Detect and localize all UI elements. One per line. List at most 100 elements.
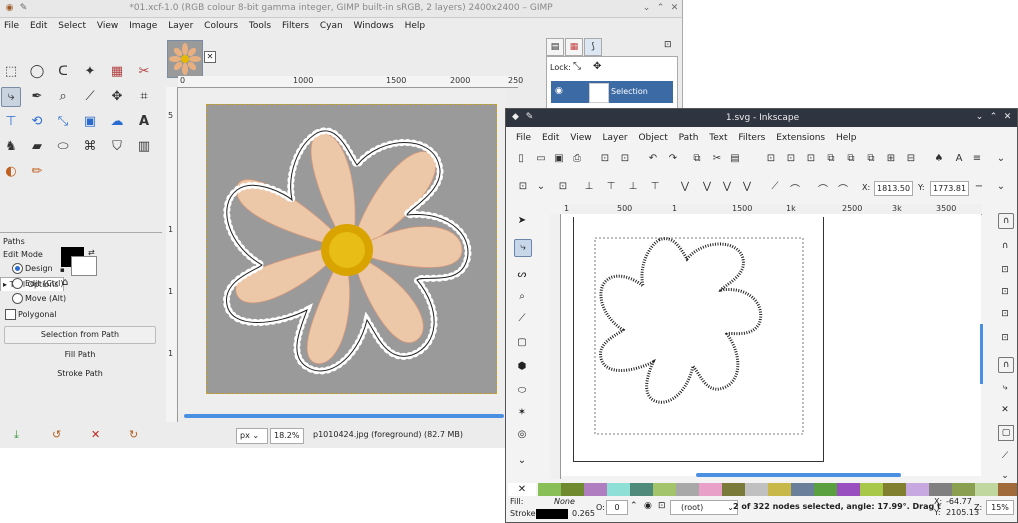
chevron-down-icon[interactable]: ⌄ <box>998 469 1012 483</box>
inkscape-horizontal-scrollbar[interactable] <box>696 473 901 477</box>
clone-icon[interactable]: ⧉ <box>844 153 858 164</box>
layer-select[interactable]: (root) ⌄ <box>670 500 738 515</box>
copy-icon[interactable]: ⧉ <box>690 153 704 164</box>
menu-extensions[interactable]: Extensions <box>772 131 829 145</box>
paintbrush-icon[interactable]: ▰ <box>27 137 47 157</box>
zoom-icon[interactable]: ⌕ <box>53 87 73 107</box>
menu-layer[interactable]: Layer <box>598 131 631 145</box>
chevron-down-icon[interactable]: ⌄ <box>994 153 1008 164</box>
image-area[interactable] <box>206 104 497 394</box>
color-picker-icon[interactable]: ✒ <box>27 87 47 107</box>
tweak-tool-icon[interactable]: ᔕ <box>514 267 530 283</box>
redo-icon[interactable]: ↷ <box>666 153 680 164</box>
palette-swatch[interactable] <box>768 483 791 496</box>
smooth-node-icon[interactable]: ⋁ <box>700 181 714 192</box>
palette-swatch[interactable] <box>906 483 929 496</box>
radio-move[interactable] <box>12 293 23 304</box>
object-to-path-icon[interactable]: ⌒ <box>816 181 830 196</box>
rect-select-icon[interactable]: ⬚ <box>1 62 21 82</box>
menu-cyan[interactable]: Cyan <box>316 19 347 33</box>
fill-stroke-icon[interactable]: ♠ <box>932 153 946 164</box>
lock-position-icon[interactable]: ✥ <box>593 61 601 72</box>
menu-filters[interactable]: Filters <box>278 19 313 33</box>
menu-tools[interactable]: Tools <box>245 19 275 33</box>
palette-swatch[interactable] <box>791 483 814 496</box>
image-tab-thumbnail[interactable] <box>167 40 203 78</box>
menu-help[interactable]: Help <box>832 131 861 145</box>
maximize-button[interactable]: ⌃ <box>988 112 999 123</box>
move-icon[interactable]: ✥ <box>107 87 127 107</box>
undo-icon[interactable]: ↶ <box>646 153 660 164</box>
zoom-tool-icon[interactable]: ⌕ <box>514 289 530 305</box>
menu-colours[interactable]: Colours <box>200 19 242 33</box>
cut-icon[interactable]: ✂ <box>710 153 724 164</box>
menu-edit[interactable]: Edit <box>538 131 563 145</box>
new-document-icon[interactable]: ▯ <box>514 153 528 164</box>
menu-windows[interactable]: Windows <box>350 19 398 33</box>
close-button[interactable]: ✕ <box>1002 112 1013 123</box>
chevron-down-icon[interactable]: ⌄ <box>514 453 530 469</box>
clone-icon[interactable]: ⌘ <box>80 137 100 157</box>
star-tool-icon[interactable]: ✶ <box>514 405 530 421</box>
stroke-swatch[interactable] <box>536 509 568 519</box>
palette-swatch[interactable] <box>699 483 722 496</box>
layers-tab-icon[interactable]: ▤ <box>546 38 564 56</box>
text-font-icon[interactable]: A <box>952 153 966 164</box>
ellipse-select-icon[interactable]: ◯ <box>27 62 47 82</box>
ellipse-tool-icon[interactable]: ⬭ <box>514 383 530 399</box>
stroke-path-button[interactable]: Stroke Path <box>4 365 156 383</box>
unit-select[interactable]: px ⌄ <box>236 428 268 444</box>
curve-segment-icon[interactable]: ⌒ <box>788 181 802 196</box>
palette-swatch[interactable] <box>676 483 699 496</box>
open-icon[interactable]: ▭ <box>534 153 548 164</box>
snap-path-icon[interactable]: ⤷ <box>998 381 1012 395</box>
zoom-selection-icon[interactable]: ⊡ <box>764 153 778 164</box>
menu-help[interactable]: Help <box>401 19 430 33</box>
dodge-burn-icon[interactable]: ◐ <box>1 162 21 182</box>
measure-tool-icon[interactable]: ⟋ <box>514 311 530 327</box>
stamp-icon[interactable]: ⛉ <box>107 137 127 157</box>
free-select-icon[interactable]: ᑕ <box>53 62 73 82</box>
export-icon[interactable]: ⊡ <box>618 153 632 164</box>
selector-tool-icon[interactable]: ➤ <box>514 213 530 229</box>
canvas-horizontal-scrollbar[interactable] <box>184 414 504 418</box>
palette-swatch[interactable] <box>998 483 1017 496</box>
group-icon[interactable]: ⊞ <box>884 153 898 164</box>
palette-swatch[interactable] <box>814 483 837 496</box>
snap-midpoint-icon[interactable]: ⊡ <box>998 307 1012 321</box>
radio-design[interactable] <box>12 263 23 274</box>
snap-line-icon[interactable]: ⟋ <box>998 449 1012 463</box>
menu-filters[interactable]: Filters <box>734 131 769 145</box>
menu-object[interactable]: Object <box>634 131 671 145</box>
rectangle-tool-icon[interactable]: ▢ <box>514 335 530 351</box>
ungroup-icon[interactable]: ⊟ <box>904 153 918 164</box>
radio-edit[interactable] <box>12 278 23 289</box>
polygonal-checkbox[interactable] <box>5 309 16 320</box>
snap-toggle-icon[interactable]: ∩ <box>998 213 1014 229</box>
warp-icon[interactable]: ☁ <box>107 112 127 132</box>
eraser-icon[interactable]: ⬭ <box>53 137 73 157</box>
unlink-clone-icon[interactable]: ⧉ <box>864 153 878 164</box>
menu-view[interactable]: View <box>566 131 595 145</box>
menu-path[interactable]: Path <box>675 131 703 145</box>
dock-menu-icon[interactable]: ⊡ <box>664 40 672 50</box>
menu-select[interactable]: Select <box>54 19 90 33</box>
join-nodes-icon[interactable]: ⊥ <box>582 181 596 192</box>
import-icon[interactable]: ⊡ <box>598 153 612 164</box>
reset-options-icon[interactable]: ↻ <box>129 428 138 441</box>
crop-icon[interactable]: ⌗ <box>134 87 154 107</box>
restore-options-icon[interactable]: ↺ <box>52 428 61 441</box>
layer-lock-icon[interactable]: ⊡ <box>658 501 666 511</box>
gimp-titlebar[interactable]: ◉ ✎ *01.xcf-1.0 (RGB colour 8-bit gamma … <box>0 0 682 18</box>
fuzzy-select-icon[interactable]: ✦ <box>80 62 100 82</box>
palette-swatch[interactable] <box>538 483 561 496</box>
rotate-icon[interactable]: ⟲ <box>27 112 47 132</box>
blur-icon[interactable]: ▥ <box>134 137 154 157</box>
3d-box-tool-icon[interactable]: ⬢ <box>514 359 530 375</box>
palette-swatch[interactable] <box>584 483 607 496</box>
delete-options-icon[interactable]: ✕ <box>91 428 100 441</box>
chevron-down-icon[interactable]: ⌄ <box>534 181 548 192</box>
paths-tab-icon[interactable]: ⟆ <box>584 38 602 56</box>
menu-image[interactable]: Image <box>125 19 161 33</box>
save-icon[interactable]: ▣ <box>552 153 566 164</box>
